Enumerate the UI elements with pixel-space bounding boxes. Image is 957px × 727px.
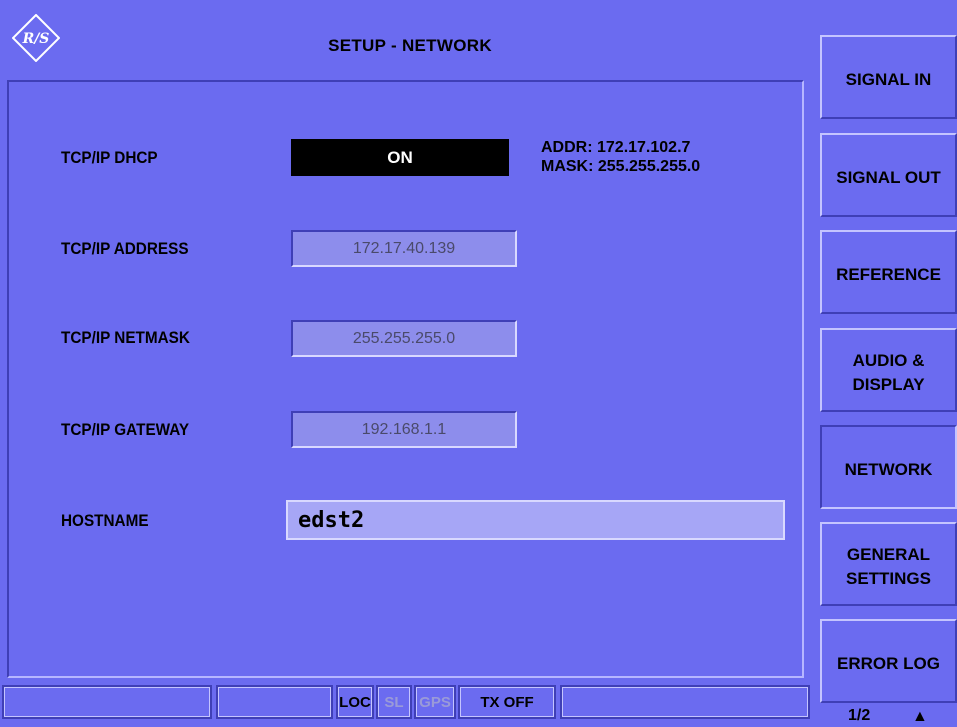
status-slot-7 xyxy=(560,685,810,719)
status-slot-2 xyxy=(216,685,333,719)
softkey-error-log[interactable]: ERROR LOG xyxy=(820,619,957,703)
softkey-signal-out[interactable]: SIGNAL OUT xyxy=(820,133,957,217)
softkey-audio-display[interactable]: AUDIO & DISPLAY xyxy=(820,328,957,412)
gateway-label: TCP/IP GATEWAY xyxy=(61,420,190,439)
softkey-signal-in[interactable]: SIGNAL IN xyxy=(820,35,957,119)
addr-info: ADDR: 172.17.102.7 xyxy=(541,139,691,156)
netmask-field[interactable]: 255.255.255.0 xyxy=(291,320,517,357)
page-up-icon[interactable]: ▲ xyxy=(912,708,928,726)
hostname-label: HOSTNAME xyxy=(61,511,149,530)
hostname-input[interactable]: edst2 xyxy=(286,500,785,540)
status-loc: LOC xyxy=(336,685,374,719)
softkey-network[interactable]: NETWORK xyxy=(820,425,957,509)
status-tx-off: TX OFF xyxy=(458,685,556,719)
softkey-general-settings[interactable]: GENERAL SETTINGS xyxy=(820,522,957,606)
status-slot-1 xyxy=(2,685,212,719)
dhcp-toggle[interactable]: ON xyxy=(291,139,509,176)
address-field[interactable]: 172.17.40.139 xyxy=(291,230,517,267)
page-title: SETUP - NETWORK xyxy=(328,36,492,55)
status-gps: GPS xyxy=(414,685,456,719)
page-indicator: 1/2 xyxy=(848,707,871,724)
softkey-reference[interactable]: REFERENCE xyxy=(820,230,957,314)
mask-info: MASK: 255.255.255.0 xyxy=(541,158,701,175)
netmask-label: TCP/IP NETMASK xyxy=(61,328,190,347)
dhcp-label: TCP/IP DHCP xyxy=(61,148,158,167)
address-label: TCP/IP ADDRESS xyxy=(61,239,189,258)
status-sl: SL xyxy=(376,685,412,719)
gateway-field[interactable]: 192.168.1.1 xyxy=(291,411,517,448)
